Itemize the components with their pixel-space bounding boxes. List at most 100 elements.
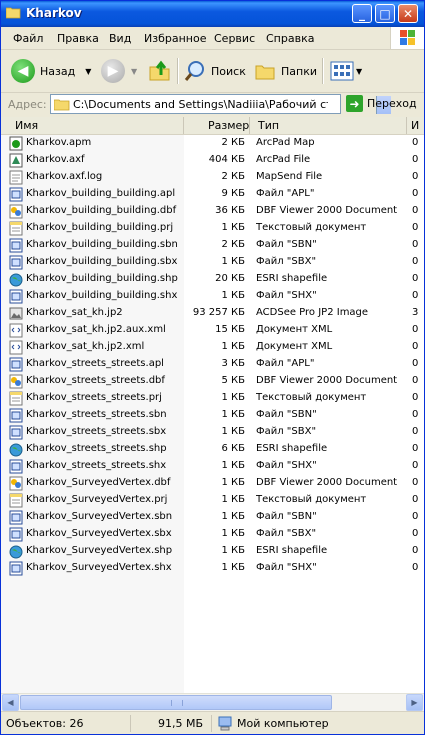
scroll-left-button[interactable]: ◀ (2, 694, 19, 711)
file-row[interactable]: Kharkov.axf 404 КБ ArcPad File 0 (1, 152, 424, 169)
file-type: Файл "SHX" (256, 290, 317, 301)
image-icon (9, 306, 23, 321)
file-row[interactable]: Kharkov_building_building.dbf 36 КБ DBF Vi… (1, 203, 424, 220)
file-size: 1 КБ (221, 477, 245, 488)
file-row[interactable]: Kharkov_building_building.shp 20 КБ ESRI s… (1, 271, 424, 288)
file-row[interactable]: Kharkov_building_building.sbx 1 КБ Файл "S… (1, 254, 424, 271)
file-row[interactable]: Kharkov_streets_streets.shx 1 КБ Файл "SHX… (1, 458, 424, 475)
file-row[interactable]: Kharkov_SurveyedVertex.sbn 1 КБ Файл "SBN"… (1, 509, 424, 526)
file-row[interactable]: Kharkov_streets_streets.apl 3 КБ Файл "APL… (1, 356, 424, 373)
file-size: 1 КБ (221, 409, 245, 420)
go-label: Переход (367, 97, 417, 110)
file-row[interactable]: Kharkov_streets_streets.dbf 5 КБ DBF Viewe… (1, 373, 424, 390)
file-name: Kharkov_streets_streets.shp (26, 443, 167, 454)
column-header-name[interactable]: Имя (1, 117, 184, 134)
menu-edit[interactable]: Правка (57, 32, 99, 45)
menu-tools[interactable]: Сервис (214, 32, 255, 45)
file-row[interactable]: Kharkov_streets_streets.sbn 1 КБ Файл "SBN… (1, 407, 424, 424)
file-size: 15 КБ (215, 324, 245, 335)
up-folder-button[interactable] (147, 57, 173, 85)
generic-file-icon (9, 357, 23, 372)
file-row[interactable]: Kharkov_SurveyedVertex.sbx 1 КБ Файл "SBX"… (1, 526, 424, 543)
arcpad-map-icon (9, 136, 23, 151)
file-row[interactable]: Kharkov_SurveyedVertex.prj 1 КБ Текстовый … (1, 492, 424, 509)
file-row[interactable]: Kharkov_building_building.shx 1 КБ Файл "S… (1, 288, 424, 305)
close-button[interactable]: ✕ (398, 4, 418, 23)
file-date: 0 (412, 273, 419, 284)
go-button[interactable]: ➜ Переход (346, 95, 417, 112)
file-type: Файл "SBX" (256, 426, 317, 437)
forward-button[interactable]: ▶ ▼ (101, 57, 137, 85)
menu-favorites[interactable]: Избранное (144, 32, 206, 45)
scroll-thumb[interactable] (20, 695, 332, 710)
menu-view[interactable]: Вид (109, 32, 131, 45)
file-name: Kharkov_SurveyedVertex.shx (26, 562, 172, 573)
menu-help[interactable]: Справка (266, 32, 314, 45)
file-row[interactable]: Kharkov_streets_streets.sbx 1 КБ Файл "SBX… (1, 424, 424, 441)
horizontal-scrollbar[interactable]: ◀ ▶ (1, 693, 424, 711)
globe-icon (9, 272, 23, 287)
file-date: 3 (412, 307, 419, 318)
file-name: Kharkov_streets_streets.sbn (26, 409, 167, 420)
file-size: 1 КБ (221, 511, 245, 522)
status-location-label: Мой компьютер (237, 717, 329, 730)
file-type: ESRI shapefile (256, 545, 328, 556)
file-size: 1 КБ (221, 528, 245, 539)
column-header-type[interactable]: Тип (250, 117, 407, 134)
file-row[interactable]: Kharkov_SurveyedVertex.shp 1 КБ ESRI shape… (1, 543, 424, 560)
chevron-down-icon: ▼ (85, 66, 92, 76)
file-row[interactable]: Kharkov_sat_kh.jp2.xml 1 КБ Документ XML 0 (1, 339, 424, 356)
file-row[interactable]: Kharkov_streets_streets.prj 1 КБ Текстовый… (1, 390, 424, 407)
generic-file-icon (9, 238, 23, 253)
file-size: 20 КБ (215, 273, 245, 284)
file-row[interactable]: Kharkov_SurveyedVertex.shx 1 КБ Файл "SHX"… (1, 560, 424, 577)
file-size: 1 КБ (221, 256, 245, 267)
column-header-size[interactable]: Размер (184, 117, 250, 134)
toolbar-separator (177, 58, 179, 84)
file-name: Kharkov_SurveyedVertex.sbn (26, 511, 173, 522)
file-size: 1 КБ (221, 392, 245, 403)
menu-file[interactable]: Файл (13, 32, 43, 45)
folder-icon (6, 7, 21, 19)
maximize-button[interactable]: □ (375, 4, 395, 23)
xml-icon (9, 323, 23, 338)
file-type: Файл "SHX" (256, 562, 317, 573)
file-type: ArcPad File (256, 154, 311, 165)
file-size: 36 КБ (215, 205, 245, 216)
file-row[interactable]: Kharkov.axf.log 2 КБ MapSend File 0 (1, 169, 424, 186)
file-row[interactable]: Kharkov_sat_kh.jp2 93 257 КБ ACDSee Pro JP… (1, 305, 424, 322)
generic-file-icon (9, 510, 23, 525)
file-size: 1 КБ (221, 290, 245, 301)
file-date: 0 (412, 290, 419, 301)
globe-icon (9, 442, 23, 457)
title-bar[interactable]: Kharkov _ □ ✕ (1, 1, 424, 27)
file-date: 0 (412, 409, 419, 420)
folders-button[interactable]: Папки (254, 57, 317, 85)
file-date: 0 (412, 137, 419, 148)
file-date: 0 (412, 154, 419, 165)
views-button[interactable]: ▼ (330, 57, 362, 85)
file-size: 2 КБ (221, 137, 245, 148)
file-type: Файл "SBX" (256, 256, 317, 267)
back-button[interactable]: ◀ Назад ▼ (11, 57, 91, 85)
file-row[interactable]: Kharkov_building_building.sbn 2 КБ Файл "S… (1, 237, 424, 254)
column-header-date[interactable]: И (407, 117, 424, 134)
file-list: Kharkov.apm 2 КБ ArcPad Map 0 Kharkov.axf 404… (1, 135, 424, 693)
minimize-button[interactable]: _ (352, 4, 372, 23)
file-row[interactable]: Kharkov_SurveyedVertex.dbf 1 КБ DBF Viewer… (1, 475, 424, 492)
file-row[interactable]: Kharkov_building_building.apl 9 КБ Файл "A… (1, 186, 424, 203)
dbf-icon (9, 374, 23, 389)
my-computer-icon (218, 716, 232, 730)
dbf-icon (9, 476, 23, 491)
address-input[interactable]: C:\Documents and Settings\Nadiiia\Рабочи… (50, 94, 391, 114)
file-row[interactable]: Kharkov_building_building.prj 1 КБ Текстов… (1, 220, 424, 237)
file-name: Kharkov_building_building.shp (26, 273, 178, 284)
search-button[interactable]: Поиск (183, 57, 246, 85)
file-row[interactable]: Kharkov.apm 2 КБ ArcPad Map 0 (1, 135, 424, 152)
file-type: DBF Viewer 2000 Document (256, 477, 398, 488)
text-doc-icon (9, 493, 23, 508)
file-row[interactable]: Kharkov_sat_kh.jp2.aux.xml 15 КБ Документ … (1, 322, 424, 339)
file-type: Файл "SBX" (256, 528, 317, 539)
file-row[interactable]: Kharkov_streets_streets.shp 6 КБ ESRI shap… (1, 441, 424, 458)
scroll-right-button[interactable]: ▶ (406, 694, 423, 711)
